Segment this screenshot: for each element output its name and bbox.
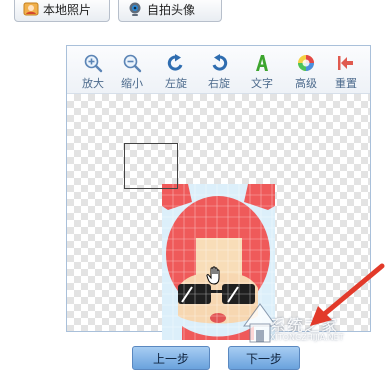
webcam-icon — [127, 1, 143, 17]
local-photo-button[interactable]: 本地照片 — [14, 0, 110, 22]
rotate-right-tool[interactable]: 右旋 — [202, 52, 236, 91]
person-photo-icon — [23, 1, 39, 17]
zoom-out-label: 缩小 — [121, 77, 143, 90]
rotate-left-icon — [165, 52, 187, 74]
reset-tool[interactable]: 重置 — [329, 52, 363, 91]
prev-step-label: 上一步 — [152, 351, 189, 366]
red-pointer-arrow — [310, 263, 385, 326]
color-wheel-icon — [295, 52, 317, 74]
hand-cursor-icon — [206, 266, 220, 285]
advanced-label: 高级 — [295, 77, 317, 90]
top-tab-bar: 本地照片 自拍头像 — [0, 0, 386, 26]
zoom-out-icon — [121, 52, 143, 74]
rotate-left-label: 左旋 — [165, 77, 187, 90]
zoom-in-icon — [82, 52, 104, 74]
text-tool[interactable]: 文字 — [245, 52, 279, 91]
local-photo-label: 本地照片 — [43, 2, 92, 17]
text-label: 文字 — [251, 77, 273, 90]
reset-arrow-icon — [335, 52, 357, 74]
reset-label: 重置 — [335, 77, 357, 90]
selfie-avatar-button[interactable]: 自拍头像 — [118, 0, 222, 22]
selfie-avatar-label: 自拍头像 — [147, 2, 196, 17]
editor-toolbar: 放大 缩小 左旋 右旋 文字 高级 重置 — [67, 46, 370, 94]
zoom-out-tool[interactable]: 缩小 — [115, 52, 149, 91]
next-step-label: 下一步 — [245, 351, 282, 366]
rotate-right-icon — [208, 52, 230, 74]
rotate-left-tool[interactable]: 左旋 — [159, 52, 193, 91]
advanced-tool[interactable]: 高级 — [289, 52, 323, 91]
zoom-in-label: 放大 — [82, 77, 104, 90]
crop-selection-box[interactable] — [124, 143, 178, 189]
zoom-in-tool[interactable]: 放大 — [76, 52, 110, 91]
prev-step-button[interactable]: 上一步 — [132, 346, 210, 370]
text-a-icon — [251, 52, 273, 74]
rotate-right-label: 右旋 — [208, 77, 230, 90]
